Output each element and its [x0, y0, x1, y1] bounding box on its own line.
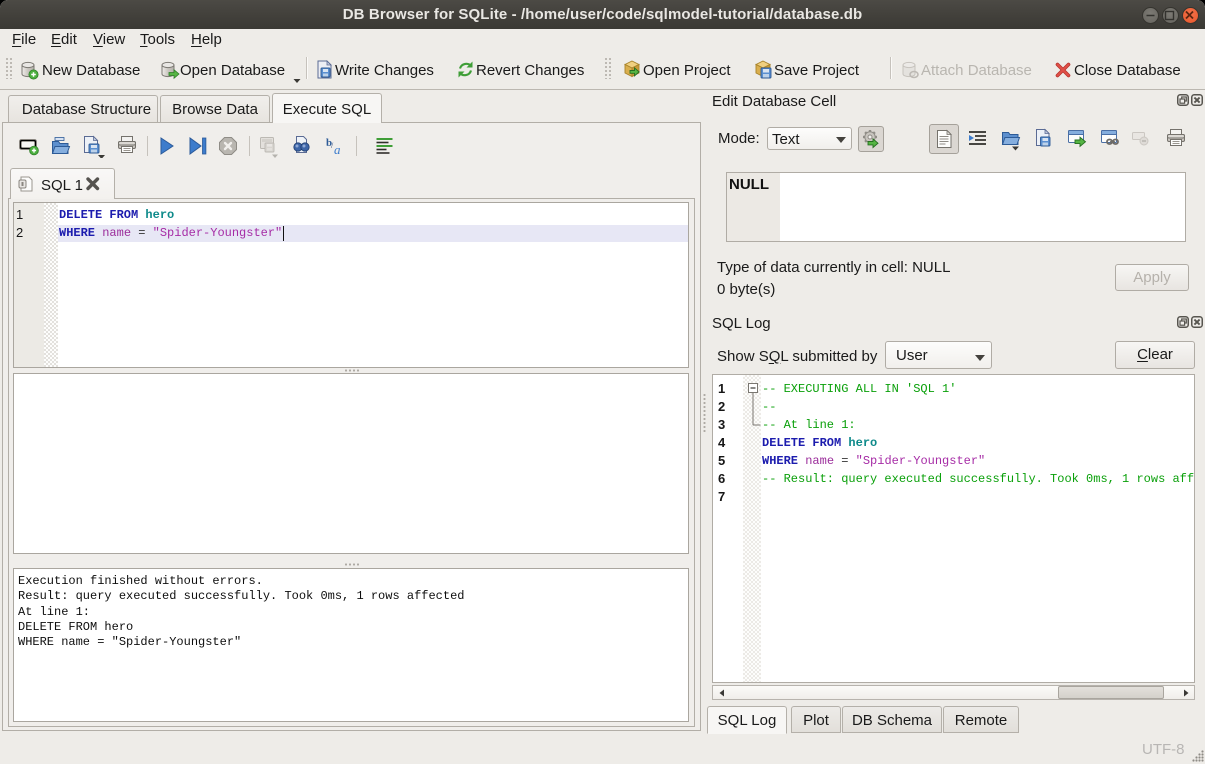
svg-text:a: a [334, 142, 341, 157]
